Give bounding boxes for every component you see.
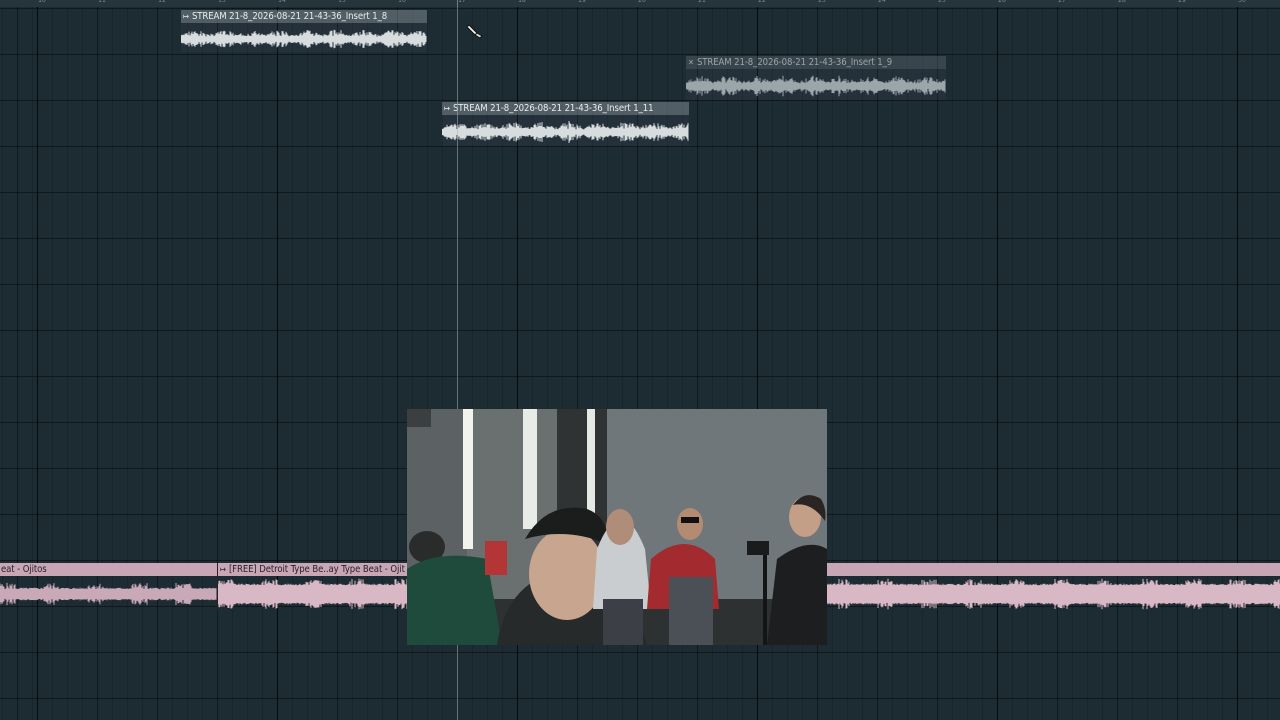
ruler-bar-number: 17 [458, 0, 466, 4]
ruler-bar-number: 27 [1058, 0, 1066, 4]
clip-title: eat - Ojitos [1, 564, 47, 575]
ruler-bar-number: 14 [278, 0, 286, 4]
clip-title: [FREE] Detroit Type Be..ay Type Beat - O… [228, 564, 405, 575]
ruler-bar-number: 20 [638, 0, 646, 4]
ruler-bar-number: 26 [998, 0, 1006, 4]
ruler-bar-number: 10 [38, 0, 46, 4]
waveform [0, 577, 217, 611]
ruler-bar-number: 25 [938, 0, 946, 4]
clip-header[interactable]: ↦ STREAM 21-8_2026-08-21 21-43-36_Insert… [181, 10, 427, 23]
waveform [686, 72, 946, 100]
paint-cursor-icon [466, 22, 485, 40]
clip-title: STREAM 21-8_2026-08-21 21-43-36_Insert 1… [191, 11, 388, 22]
clip-title: STREAM 21-8_2026-08-21 21-43-36_Insert 1… [452, 103, 654, 114]
ruler-bar-number: 12 [158, 0, 166, 4]
audio-clip-arrow-icon[interactable]: ↦ [220, 565, 226, 574]
clip-title: STREAM 21-8_2026-08-21 21-43-36_Insert 1… [696, 57, 893, 68]
ruler-bar-number: 15 [338, 0, 346, 4]
ruler-bar-number: 29 [1178, 0, 1186, 4]
audio-clip-arrow-icon[interactable]: ↦ [183, 12, 189, 21]
audio-clip-insert-8[interactable]: ↦ STREAM 21-8_2026-08-21 21-43-36_Insert… [181, 10, 427, 52]
clip-header[interactable]: ↦ STREAM 21-8_2026-08-21 21-43-36_Insert… [442, 102, 689, 115]
ruler-bar-number: 18 [518, 0, 526, 4]
ruler-bar-number: 28 [1118, 0, 1126, 4]
playlist-grid[interactable]: 10 11 12 13 14 15 16 17 18 19 20 21 22 23 24 25 26 27 28 29… [0, 0, 1280, 720]
beat-clip-left[interactable]: eat - Ojitos [0, 563, 217, 611]
webcam-overlay [407, 409, 827, 645]
muted-clip-x-icon[interactable]: ✕ [688, 58, 694, 67]
ruler-bar-number: 30 [1238, 0, 1246, 4]
clip-header[interactable]: ✕ STREAM 21-8_2026-08-21 21-43-36_Insert… [686, 56, 946, 69]
ruler-bar-number: 24 [878, 0, 886, 4]
audio-clip-insert-9[interactable]: ✕ STREAM 21-8_2026-08-21 21-43-36_Insert… [686, 56, 946, 100]
ruler-bar-number: 21 [698, 0, 706, 4]
ruler-bar-number: 16 [398, 0, 406, 4]
audio-clip-insert-11[interactable]: ↦ STREAM 21-8_2026-08-21 21-43-36_Insert… [442, 102, 689, 146]
webcam-video-frame [407, 409, 827, 645]
ruler-bar-number: 13 [218, 0, 226, 4]
ruler-bar-number: 19 [578, 0, 586, 4]
audio-clip-arrow-icon[interactable]: ↦ [444, 104, 450, 113]
ruler-bar-number: 22 [758, 0, 766, 4]
waveform [442, 118, 689, 146]
waveform [181, 26, 427, 52]
ruler-bar-number: 11 [98, 0, 106, 4]
ruler-bar-number: 23 [818, 0, 826, 4]
clip-header[interactable]: eat - Ojitos [0, 563, 217, 576]
timeline-ruler[interactable]: 10 11 12 13 14 15 16 17 18 19 20 21 22 23 24 25 26 27 28 29… [0, 0, 1280, 7]
